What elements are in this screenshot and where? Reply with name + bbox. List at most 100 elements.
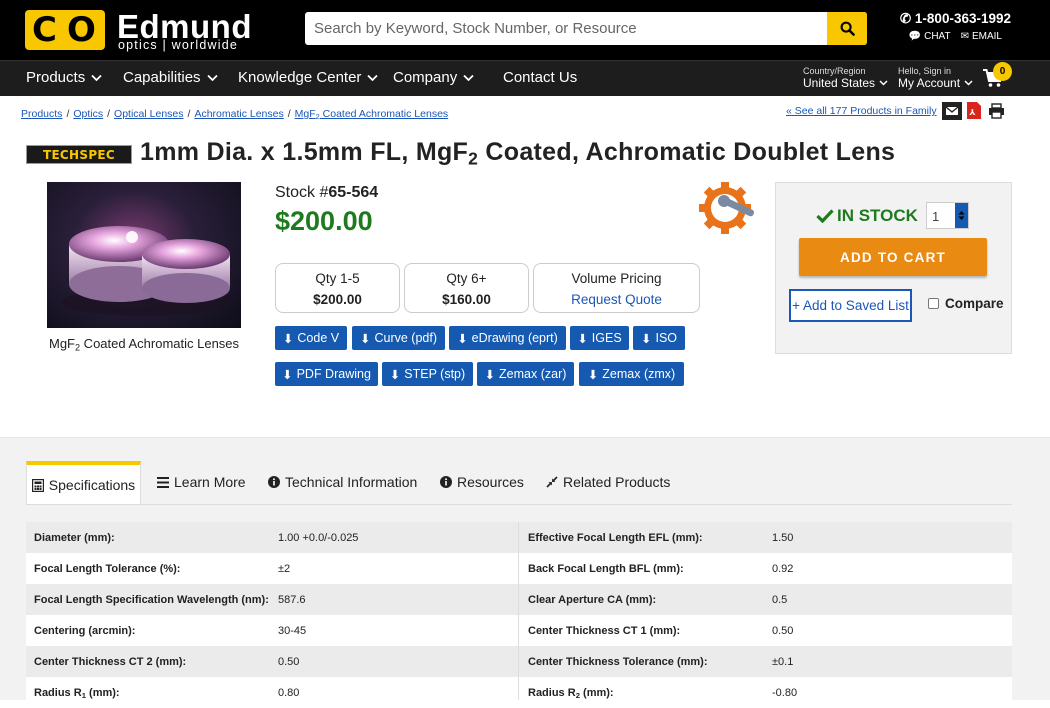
request-quote-link[interactable]: Request Quote bbox=[534, 292, 699, 307]
spec-label-text: Radius R bbox=[528, 687, 576, 699]
compare-checkbox[interactable] bbox=[928, 298, 939, 309]
download-codev-button[interactable]: ⬇ Code V bbox=[275, 326, 347, 350]
table-row: Diameter (mm): 1.00 +0.0/-0.025 Effectiv… bbox=[26, 522, 1012, 553]
spec-label: Center Thickness Tolerance (mm): bbox=[528, 656, 708, 668]
top-header: CO Edmund optics | worldwide ✆ 1-800-363… bbox=[0, 0, 1050, 60]
spec-value: 30-45 bbox=[278, 625, 307, 637]
double-chevron-left-icon: « bbox=[786, 105, 792, 117]
compare-toggle[interactable]: Compare bbox=[928, 296, 1004, 311]
tab-label: Resources bbox=[457, 474, 524, 490]
tab-label: Technical Information bbox=[285, 474, 418, 490]
price-tier-1: Qty 1-5 $200.00 bbox=[275, 263, 400, 313]
add-to-saved-list-button[interactable]: + Add to Saved List bbox=[789, 289, 912, 322]
tab-learn-more[interactable]: Learn More bbox=[157, 474, 246, 490]
breadcrumb-link[interactable]: Optics bbox=[73, 108, 103, 121]
product-image[interactable] bbox=[47, 182, 241, 328]
nav-label: Contact Us bbox=[503, 69, 578, 86]
tier-label: Volume Pricing bbox=[571, 271, 662, 286]
email-page-button[interactable] bbox=[942, 101, 962, 120]
print-button[interactable] bbox=[986, 101, 1006, 120]
breadcrumb-link[interactable]: Products bbox=[21, 108, 62, 121]
chevron-down-icon bbox=[91, 74, 102, 82]
stock-status: IN STOCK bbox=[816, 206, 918, 226]
tab-related-products[interactable]: Related Products bbox=[546, 474, 670, 490]
edmund-logo[interactable]: CO Edmund optics | worldwide bbox=[25, 8, 275, 52]
list-icon bbox=[157, 476, 169, 488]
nav-contact-us[interactable]: Contact Us bbox=[503, 69, 577, 86]
add-to-cart-button[interactable]: ADD TO CART bbox=[799, 238, 987, 276]
download-label: Code V bbox=[297, 331, 340, 345]
table-row: Focal Length Tolerance (%): ±2 Back Foca… bbox=[26, 553, 1012, 584]
nav-knowledge-center[interactable]: Knowledge Center bbox=[238, 69, 379, 86]
stock-value: 65-564 bbox=[328, 184, 379, 201]
cart-button[interactable]: 0 bbox=[982, 62, 1012, 93]
quantity-value: 1 bbox=[932, 209, 940, 224]
search-input[interactable] bbox=[305, 12, 827, 45]
see-all-family-link[interactable]: « See all 177 Products in Family bbox=[786, 105, 937, 117]
spec-value: ±0.1 bbox=[772, 656, 794, 668]
svg-text:⅄: ⅄ bbox=[969, 108, 976, 117]
spec-value: -0.80 bbox=[772, 687, 798, 699]
cart-count-badge: 0 bbox=[993, 62, 1012, 81]
logo-mark: CO bbox=[25, 10, 105, 50]
tab-label: Learn More bbox=[174, 474, 246, 490]
tier-label: Qty 1-5 bbox=[315, 271, 360, 286]
download-label: IGES bbox=[591, 331, 622, 345]
tier-label: Qty 6+ bbox=[446, 271, 487, 286]
download-curve-button[interactable]: ⬇ Curve (pdf) bbox=[352, 326, 445, 350]
volume-pricing-box: Volume Pricing Request Quote bbox=[533, 263, 700, 313]
pdf-icon: ⅄ bbox=[967, 102, 981, 119]
download-zemax-zar-button[interactable]: ⬇ Zemax (zar) bbox=[477, 362, 574, 386]
table-row: Center Thickness CT 2 (mm): 0.50 Center … bbox=[26, 646, 1012, 677]
quantity-stepper[interactable]: 1 bbox=[926, 202, 969, 229]
chevron-down-icon bbox=[964, 80, 973, 86]
tab-label: Specifications bbox=[48, 477, 136, 493]
download-edrawing-button[interactable]: ⬇ eDrawing (eprt) bbox=[449, 326, 566, 350]
product-price: $200.00 bbox=[275, 206, 373, 236]
download-pdf-drawing-button[interactable]: ⬇ PDF Drawing bbox=[275, 362, 378, 386]
breadcrumb-link[interactable]: MgF2 Coated Achromatic Lenses bbox=[295, 108, 449, 121]
email-link[interactable]: ✉ EMAIL bbox=[961, 31, 1002, 42]
calculator-icon bbox=[31, 478, 44, 492]
tab-resources[interactable]: Resources bbox=[440, 474, 524, 490]
tier-price: $200.00 bbox=[313, 292, 362, 307]
spec-value: ±2 bbox=[278, 563, 291, 575]
download-icon: ⬇ bbox=[587, 367, 599, 382]
nav-label: Company bbox=[393, 69, 458, 86]
custom-options-badge[interactable] bbox=[697, 181, 759, 237]
spec-label-text: (mm): bbox=[579, 687, 614, 699]
spec-value: 0.92 bbox=[772, 563, 794, 575]
quantity-spin-buttons[interactable] bbox=[955, 203, 968, 228]
download-label: STEP (stp) bbox=[404, 367, 466, 381]
tab-specifications[interactable]: Specifications bbox=[26, 461, 141, 505]
contact-links: 💬 CHAT ✉ EMAIL bbox=[909, 31, 1002, 42]
compare-label: Compare bbox=[945, 296, 1004, 311]
breadcrumb-link[interactable]: Achromatic Lenses bbox=[194, 108, 283, 121]
download-zemax-zmx-button[interactable]: ⬇ Zemax (zmx) bbox=[579, 362, 684, 386]
search-button[interactable] bbox=[827, 12, 867, 45]
phone-link[interactable]: ✆ 1-800-363-1992 bbox=[900, 11, 1011, 27]
download-icon: ⬇ bbox=[577, 331, 588, 346]
account-menu[interactable]: Hello, Sign in My Account bbox=[898, 66, 973, 90]
download-iges-button[interactable]: ⬇ IGES bbox=[570, 326, 629, 350]
pdf-button[interactable]: ⅄ bbox=[964, 101, 984, 120]
spec-label: Diameter (mm): bbox=[34, 532, 115, 544]
nav-company[interactable]: Company bbox=[393, 69, 474, 86]
country-selector[interactable]: Country/Region United States bbox=[803, 66, 888, 90]
download-iso-button[interactable]: ⬇ ISO bbox=[633, 326, 685, 350]
nav-label: Knowledge Center bbox=[238, 69, 362, 86]
download-step-button[interactable]: ⬇ STEP (stp) bbox=[382, 362, 473, 386]
tab-technical-information[interactable]: Technical Information bbox=[268, 474, 417, 490]
chat-link[interactable]: 💬 CHAT bbox=[909, 31, 951, 42]
nav-capabilities[interactable]: Capabilities bbox=[123, 69, 218, 86]
title-subscript: 2 bbox=[468, 148, 479, 169]
spec-value: 1.00 +0.0/-0.025 bbox=[278, 532, 359, 544]
nav-products[interactable]: Products bbox=[26, 69, 102, 86]
tab-label: Related Products bbox=[563, 474, 671, 490]
product-family-caption: MgF2 Coated Achromatic Lenses bbox=[49, 336, 239, 352]
account-label: Hello, Sign in bbox=[898, 66, 952, 76]
tier-price: $160.00 bbox=[442, 292, 491, 307]
email-label: EMAIL bbox=[971, 31, 1002, 42]
spec-label: Centering (arcmin): bbox=[34, 625, 136, 637]
breadcrumb-link[interactable]: Optical Lenses bbox=[114, 108, 183, 121]
